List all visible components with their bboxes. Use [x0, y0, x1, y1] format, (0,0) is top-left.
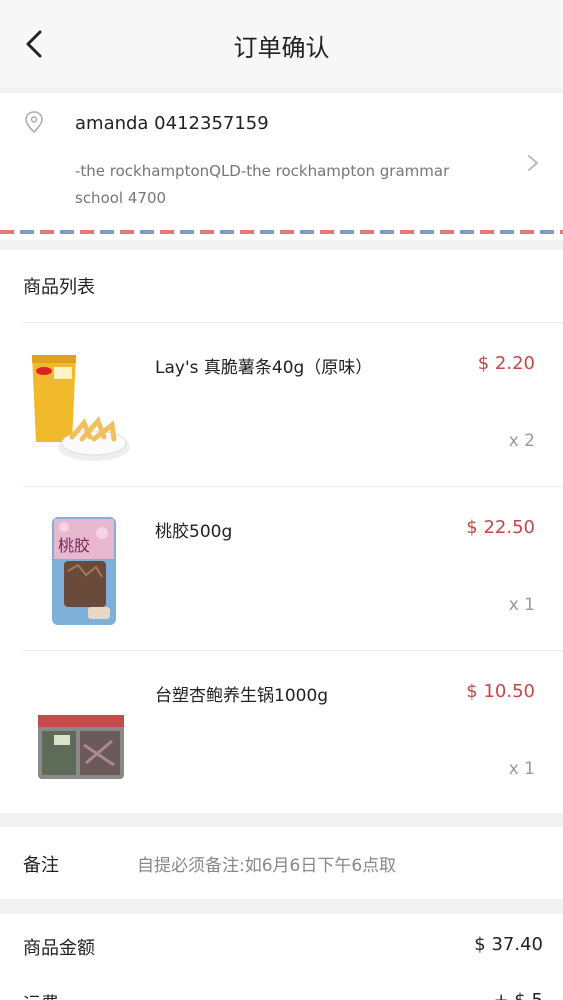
goods-amount-row: 商品金额 $ 37.40: [0, 914, 563, 959]
list-item[interactable]: Lay's 真脆薯条40g（原味） $ 2.20 x 2: [0, 323, 563, 487]
airmail-border-divider: [0, 230, 563, 234]
product-quantity: x 2: [508, 431, 535, 451]
svg-text:桃胶: 桃胶: [58, 536, 90, 555]
product-image-chips: [32, 355, 130, 461]
page-title: 订单确认: [233, 34, 330, 62]
product-price: $ 2.20: [477, 353, 535, 374]
shipping-value: + $ 5: [494, 990, 543, 1000]
remark-row: 备注 自提必须备注:如6月6日下午6点取: [0, 827, 563, 899]
product-image-peach-gum: 桃胶: [52, 517, 116, 625]
shipping-label: 运费: [23, 990, 59, 1000]
list-item[interactable]: 台塑杏鲍养生锅1000g $ 10.50 x 1: [0, 651, 563, 815]
product-price: $ 22.50: [466, 517, 535, 538]
remark-label: 备注: [23, 855, 59, 876]
shipping-row: 运费 + $ 5: [0, 970, 563, 1000]
product-quantity: x 1: [508, 759, 535, 779]
address-detail: -the rockhamptonQLD-the rockhampton gram…: [75, 162, 450, 207]
section-title: 商品列表: [23, 277, 95, 298]
goods-amount-value: $ 37.40: [474, 934, 543, 955]
product-name: Lay's 真脆薯条40g（原味）: [155, 358, 373, 378]
order-summary: 商品金额 $ 37.40 运费 + $ 5: [0, 914, 563, 1000]
product-name: 桃胶500g: [155, 522, 233, 542]
list-item[interactable]: 桃胶 桃胶500g $ 22.50 x 1: [0, 487, 563, 651]
top-nav-bar: 订单确认: [0, 0, 563, 88]
product-image-mushroom-hotpot: [38, 715, 124, 779]
chevron-right-icon[interactable]: [526, 153, 540, 173]
goods-amount-label: 商品金额: [23, 938, 95, 959]
product-name: 台塑杏鲍养生锅1000g: [155, 686, 329, 706]
product-price: $ 10.50: [466, 681, 535, 702]
product-list-section: 商品列表 Lay's 真脆薯条40g（原味） $ 2.20 x 2 桃胶 桃胶5…: [0, 250, 563, 813]
delivery-address-card[interactable]: amanda 0412357159 -the rockhamptonQLD-th…: [0, 93, 563, 240]
recipient-name-phone: amanda 0412357159: [75, 113, 269, 134]
product-quantity: x 1: [508, 595, 535, 615]
remark-input[interactable]: 自提必须备注:如6月6日下午6点取: [137, 851, 396, 876]
location-pin-icon: [25, 111, 43, 133]
